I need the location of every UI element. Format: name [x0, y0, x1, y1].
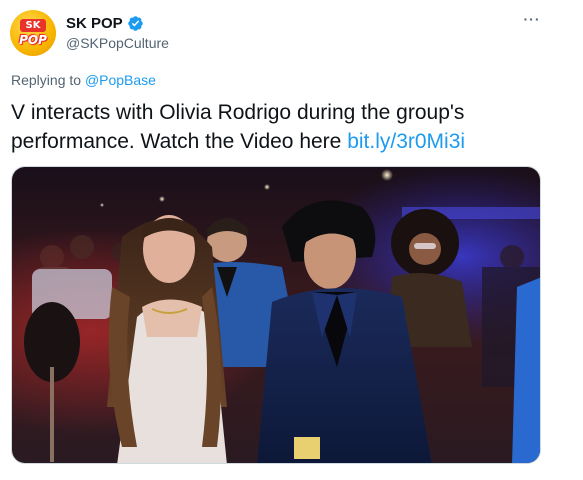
reply-to-handle-link[interactable]: @PopBase [85, 72, 156, 88]
avatar-logo-top: SK [20, 19, 46, 32]
event-photo-image [12, 167, 540, 463]
author-name-row: SK POP [66, 13, 144, 33]
display-name[interactable]: SK POP [66, 15, 123, 32]
replying-prefix: Replying to [11, 72, 85, 88]
more-options-icon[interactable]: ··· [521, 12, 543, 32]
tweet-text-line2: performance. Watch the Video here [11, 130, 348, 153]
tweet-text-line1: V interacts with Olivia Rodrigo during t… [11, 101, 465, 124]
author-handle[interactable]: @SKPopCulture [66, 35, 169, 51]
avatar[interactable]: SK POP [10, 10, 56, 56]
tweet-photo[interactable] [11, 166, 541, 464]
avatar-logo-bottom: POP [19, 33, 47, 47]
tweet-text: V interacts with Olivia Rodrigo during t… [11, 98, 551, 156]
video-link[interactable]: bit.ly/3r0Mi3i [347, 130, 465, 153]
verified-badge-icon [127, 15, 143, 31]
replying-to: Replying to @PopBase [11, 72, 156, 88]
tweet-card: SK POP SK POP @SKPopCulture ··· Replying… [0, 0, 583, 480]
